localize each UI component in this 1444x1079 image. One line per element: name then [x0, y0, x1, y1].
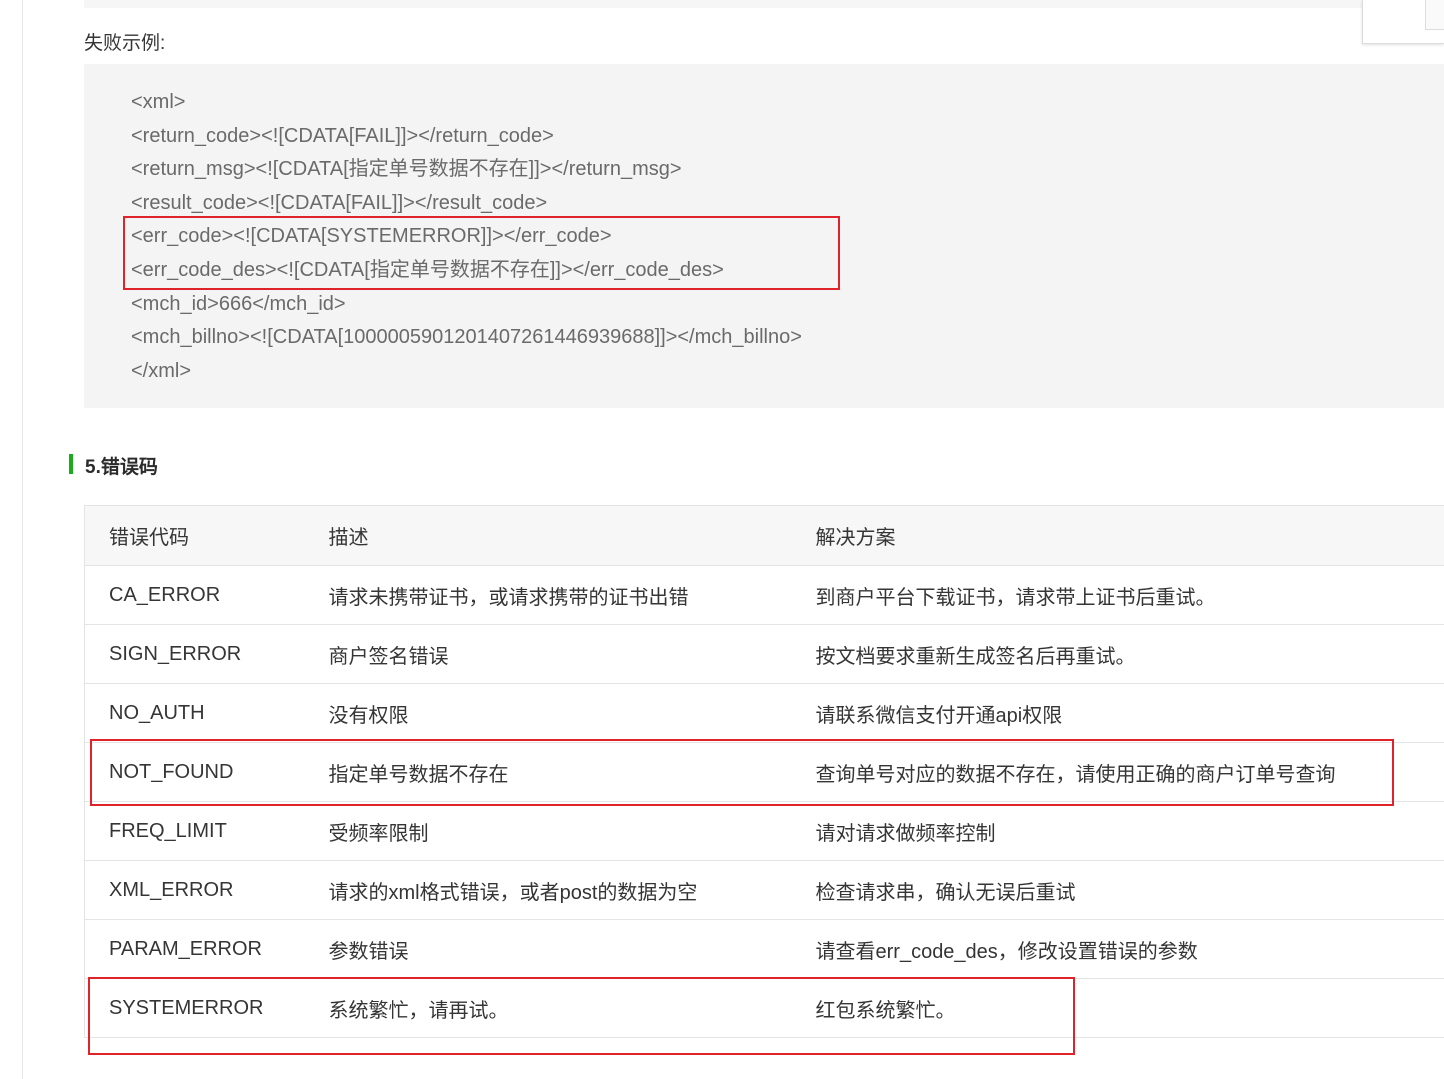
table-row: CA_ERROR 请求未携带证书，或请求携带的证书出错 到商户平台下载证书，请求… [84, 565, 1444, 625]
section-title: 5.错误码 [85, 457, 158, 478]
cell-description: 没有权限 [304, 683, 792, 743]
code-line: <return_code><![CDATA[FAIL]]></return_co… [131, 124, 554, 147]
code-line: <return_msg><![CDATA[指定单号数据不存在]]></retur… [131, 158, 682, 181]
cell-description: 商户签名错误 [304, 624, 792, 684]
highlight-box-not-found-row [90, 739, 1394, 806]
cell-code: FREQ_LIMIT [84, 801, 305, 861]
table-row: FREQ_LIMIT 受频率限制 请对请求做频率控制 [84, 801, 1444, 861]
code-line: <mch_billno><![CDATA[1000005901201407261… [131, 326, 802, 349]
cell-description: 受频率限制 [304, 801, 792, 861]
fail-example-label: 失败示例: [84, 33, 166, 54]
cell-solution: 请对请求做频率控制 [791, 801, 1444, 861]
cell-code: SIGN_ERROR [84, 624, 305, 684]
highlight-box-systemerror-row [88, 977, 1075, 1055]
cell-solution: 按文档要求重新生成签名后再重试。 [791, 624, 1444, 684]
cell-description: 参数错误 [304, 919, 792, 979]
cell-code: XML_ERROR [84, 860, 305, 920]
left-border-rule [22, 0, 23, 1079]
table-header-row: 错误代码 描述 解决方案 [84, 505, 1444, 566]
section-accent-bar [69, 454, 73, 474]
floating-toolbar[interactable] [1362, 0, 1444, 44]
floating-toolbar-inner[interactable] [1425, 0, 1444, 30]
cell-code: PARAM_ERROR [84, 919, 305, 979]
header-description: 描述 [304, 505, 792, 566]
cell-code: CA_ERROR [84, 565, 305, 625]
cell-description: 请求未携带证书，或请求携带的证书出错 [304, 565, 792, 625]
header-error-code: 错误代码 [84, 505, 305, 566]
code-line: <mch_id>666</mch_id> [131, 292, 346, 315]
code-line: </xml> [131, 359, 192, 382]
header-solution: 解决方案 [791, 505, 1444, 566]
cell-solution: 请联系微信支付开通api权限 [791, 683, 1444, 743]
cell-solution: 请查看err_code_des，修改设置错误的参数 [791, 919, 1444, 979]
cell-solution: 到商户平台下载证书，请求带上证书后重试。 [791, 565, 1444, 625]
table-row: NO_AUTH 没有权限 请联系微信支付开通api权限 [84, 683, 1444, 743]
highlight-box-err-code [123, 216, 840, 290]
cell-code: NO_AUTH [84, 683, 305, 743]
table-row: XML_ERROR 请求的xml格式错误，或者post的数据为空 检查请求串，确… [84, 860, 1444, 920]
cell-solution: 检查请求串，确认无误后重试 [791, 860, 1444, 920]
previous-code-block-edge [84, 0, 1444, 8]
table-row: PARAM_ERROR 参数错误 请查看err_code_des，修改设置错误的… [84, 919, 1444, 979]
cell-description: 请求的xml格式错误，或者post的数据为空 [304, 860, 792, 920]
table-row: SIGN_ERROR 商户签名错误 按文档要求重新生成签名后再重试。 [84, 624, 1444, 684]
code-line: <xml> [131, 91, 186, 113]
